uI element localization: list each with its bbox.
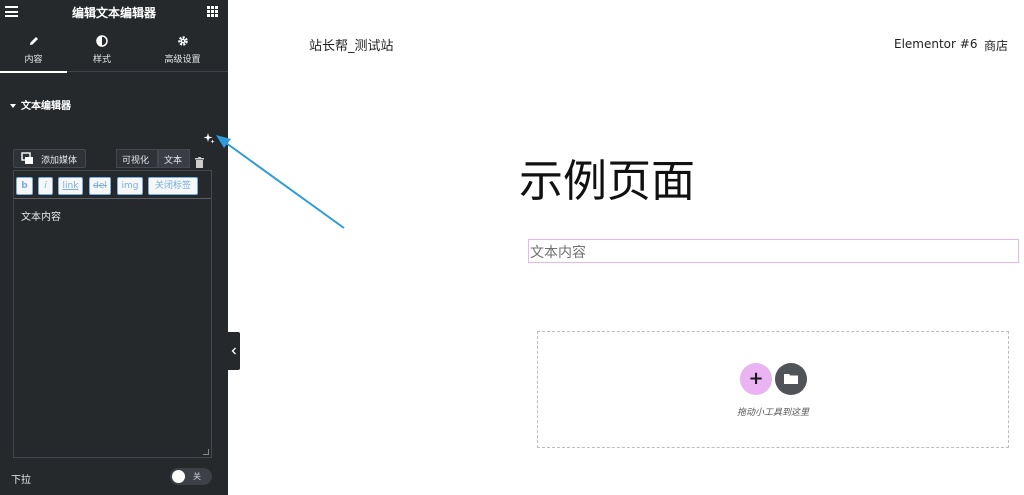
tab-style-label: 样式 (92, 55, 111, 65)
drop-zone-hint: 拖动小工具到这里 (736, 408, 809, 418)
add-section-button[interactable]: + (740, 363, 772, 395)
folder-icon (784, 374, 798, 384)
tab-advanced-label: 高级设置 (164, 55, 201, 65)
caret-down-icon (10, 104, 16, 108)
template-library-button[interactable] (775, 363, 807, 395)
add-media-icon (21, 152, 33, 164)
quicktag-close-tags-button[interactable]: 关闭标签 (148, 177, 198, 195)
text-widget-content: 文本内容 (530, 245, 586, 261)
add-media-label: 添加媒体 (41, 156, 78, 166)
gear-icon (137, 24, 228, 48)
dropdown-label: 下拉 (11, 475, 31, 486)
half-circle-icon (67, 24, 137, 48)
panel-tabs: 内容 样式 高级设置 (0, 24, 228, 73)
collapse-panel-button[interactable] (228, 332, 240, 370)
chevron-left-icon (231, 347, 236, 355)
editor-content[interactable]: 文本内容 (21, 208, 61, 223)
tab-text[interactable]: 文本 (158, 149, 190, 168)
toggle-knob (172, 470, 185, 483)
panel-title: 编辑文本编辑器 (71, 6, 156, 20)
toggle-off-label: 关 (193, 472, 201, 481)
quicktag-italic-button[interactable]: i (38, 177, 53, 195)
tab-content-label: 内容 (24, 55, 43, 65)
section-title-label: 文本编辑器 (21, 101, 71, 112)
quicktag-del-button[interactable]: del (89, 177, 111, 195)
pencil-icon (0, 24, 67, 48)
text-editor-area[interactable]: b i link del img 关闭标签 文本内容 (13, 170, 212, 458)
add-media-button[interactable]: 添加媒体 (13, 149, 86, 168)
site-title[interactable]: 站长帮_测试站 (309, 35, 394, 54)
trash-icon[interactable] (195, 153, 205, 168)
tab-style[interactable]: 样式 (67, 24, 137, 72)
panel-header: 编辑文本编辑器 (0, 0, 228, 24)
nav-link-elementor[interactable]: Elementor #6 (894, 37, 977, 51)
text-editor-widget[interactable]: 文本内容 (528, 239, 1019, 263)
tab-visual[interactable]: 可视化 (116, 149, 158, 168)
tab-advanced[interactable]: 高级设置 (137, 24, 228, 72)
annotation-arrow (216, 135, 345, 229)
resize-handle-icon[interactable] (203, 449, 209, 455)
section-toggle-text-editor[interactable]: 文本编辑器 (10, 97, 71, 112)
quicktag-img-button[interactable]: img (117, 177, 143, 195)
dropdown-toggle[interactable]: 关 (170, 468, 212, 485)
widget-drop-zone[interactable] (537, 331, 1009, 448)
quicktag-link-button[interactable]: link (58, 177, 83, 195)
editor-panel: 编辑文本编辑器 内容 样式 高级设置 文本编辑器 添加媒体 可视化 文本 b i… (0, 0, 228, 495)
tab-content[interactable]: 内容 (0, 24, 67, 73)
quicktag-bold-button[interactable]: b (16, 177, 33, 195)
nav-link-shop[interactable]: 商店 (984, 37, 1008, 54)
quicktags-toolbar: b i link del img 关闭标签 (14, 171, 211, 199)
widgets-grid-icon[interactable] (207, 6, 218, 17)
page-title: 示例页面 (519, 156, 695, 207)
